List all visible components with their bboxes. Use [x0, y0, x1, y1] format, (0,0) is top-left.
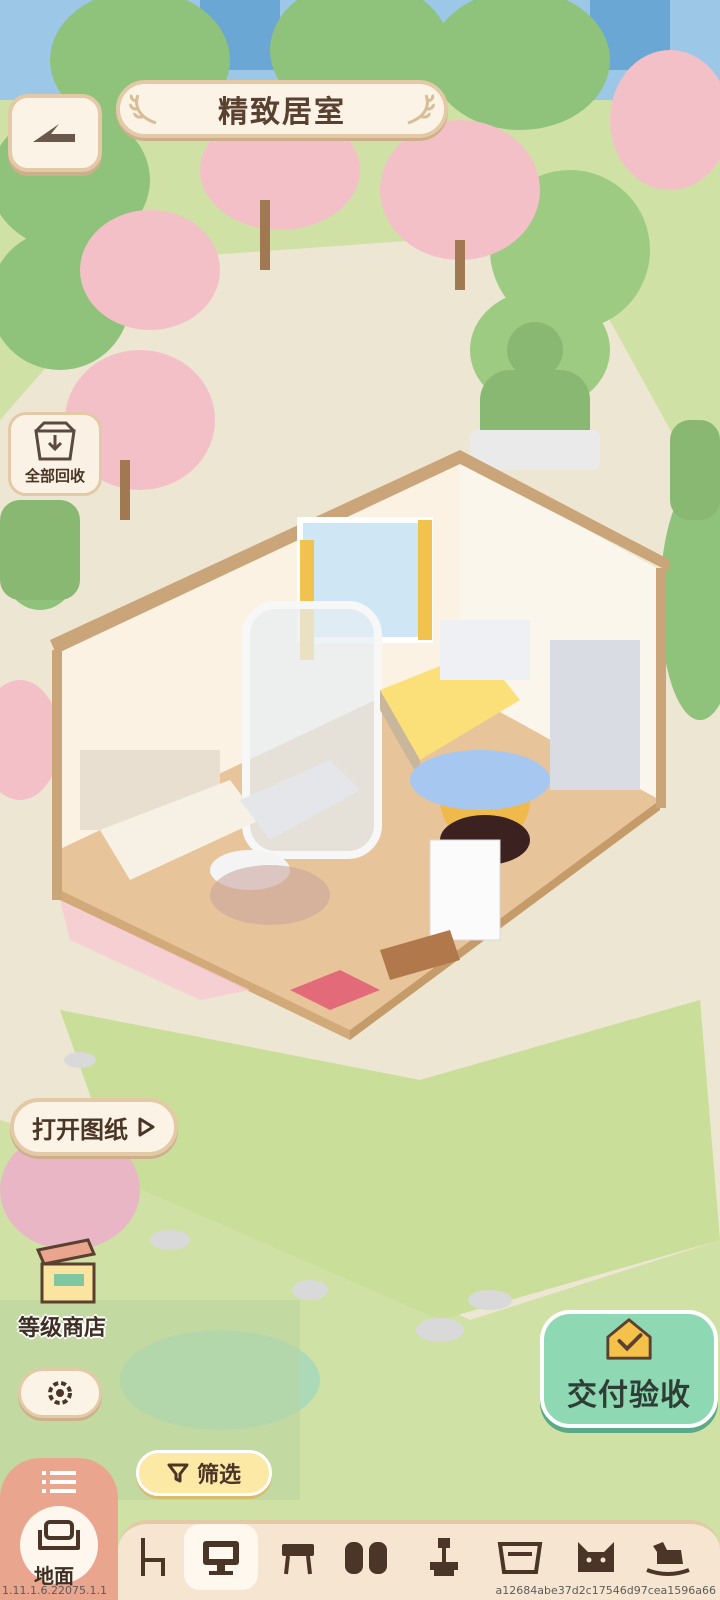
- monitor-desk-icon: [203, 1541, 239, 1575]
- category-bookshelf[interactable]: [336, 1530, 396, 1586]
- room-title-banner: 精致居室: [116, 80, 448, 138]
- deliver-acceptance-button[interactable]: 交付验收: [540, 1310, 718, 1428]
- back-arrow-icon: [33, 124, 75, 142]
- open-blueprint-button[interactable]: 打开图纸: [10, 1098, 178, 1156]
- table-icon: [282, 1544, 314, 1575]
- open-blueprint-label: 打开图纸: [32, 1115, 128, 1144]
- deliver-label: 交付验收: [567, 1378, 691, 1413]
- settings-button[interactable]: [18, 1368, 102, 1418]
- funnel-icon: [167, 1463, 189, 1483]
- chair-icon: [141, 1538, 165, 1576]
- category-chair[interactable]: [122, 1530, 182, 1586]
- gear-icon: [48, 1381, 72, 1405]
- bookshelf-icon: [345, 1542, 387, 1574]
- rocking-horse-icon: [646, 1542, 690, 1576]
- play-triangle-icon: [138, 1117, 155, 1137]
- back-button[interactable]: [8, 94, 102, 172]
- filter-label: 筛选: [196, 1463, 241, 1488]
- category-lamp[interactable]: [414, 1530, 474, 1586]
- category-cat[interactable]: [566, 1530, 626, 1586]
- house-check-icon: [606, 1318, 652, 1360]
- category-cabinet[interactable]: [490, 1530, 550, 1586]
- build-hash-text: a12684abe37d2c17546d97cea1596a66: [495, 1584, 716, 1597]
- filter-button[interactable]: 筛选: [136, 1450, 272, 1496]
- level-shop-label: 等级商店: [17, 1316, 106, 1341]
- cat-icon: [578, 1542, 614, 1572]
- lamp-icon: [430, 1538, 458, 1576]
- level-shop-button[interactable]: 等级商店: [4, 1238, 120, 1341]
- category-monitor-desk[interactable]: [184, 1524, 258, 1590]
- box-recycle-icon: [34, 421, 76, 461]
- laurel-right-icon: [407, 93, 435, 125]
- category-table[interactable]: [268, 1530, 328, 1586]
- recycle-all-label: 全部回收: [24, 467, 85, 485]
- page-title: 精致居室: [218, 95, 346, 130]
- category-rocking-horse[interactable]: [638, 1530, 698, 1586]
- sofa-icon: [38, 1520, 80, 1550]
- shop-stall-icon: [35, 1238, 97, 1304]
- laurel-left-icon: [129, 93, 157, 125]
- list-icon: [42, 1471, 76, 1493]
- cabinet-icon: [497, 1542, 543, 1574]
- version-text: 1.11.1.6.22075.1.1: [2, 1584, 107, 1597]
- recycle-all-button[interactable]: 全部回收: [8, 412, 102, 496]
